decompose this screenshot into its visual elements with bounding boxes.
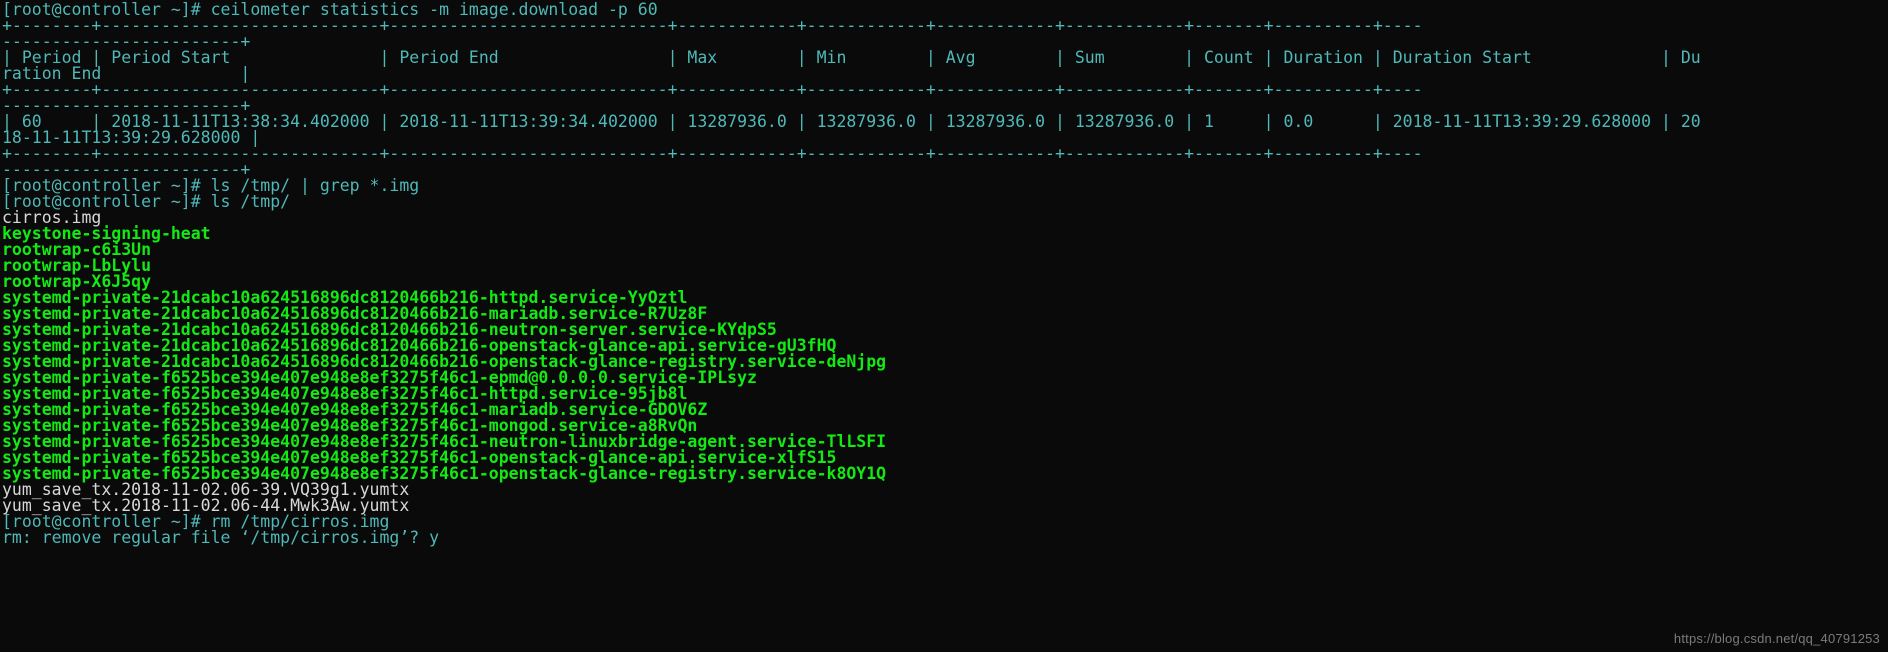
terminal-line: +--------+----------------------------+-… xyxy=(2,16,1423,35)
terminal-window[interactable]: [root@controller ~]# ceilometer statisti… xyxy=(0,0,1888,652)
terminal-line: rm: remove regular file ‘/tmp/cirros.img… xyxy=(2,528,440,547)
terminal-line: keystone-signing-heat xyxy=(2,224,211,243)
watermark-text: https://blog.csdn.net/qq_40791253 xyxy=(1673,631,1880,646)
terminal-output[interactable]: [root@controller ~]# ceilometer statisti… xyxy=(2,1,1888,547)
terminal-line: +--------+----------------------------+-… xyxy=(2,80,1423,99)
terminal-line: | Period | Period Start | Period End | M… xyxy=(2,48,1701,67)
terminal-line: rootwrap-LbLylu xyxy=(2,256,152,275)
terminal-line: | 60 | 2018-11-11T13:38:34.402000 | 2018… xyxy=(2,112,1701,131)
terminal-line: +--------+----------------------------+-… xyxy=(2,144,1423,163)
terminal-line: rootwrap-c6i3Un xyxy=(2,240,152,259)
terminal-line: cirros.img xyxy=(2,208,102,227)
terminal-line: [root@controller ~]# ls /tmp/ xyxy=(2,192,291,211)
